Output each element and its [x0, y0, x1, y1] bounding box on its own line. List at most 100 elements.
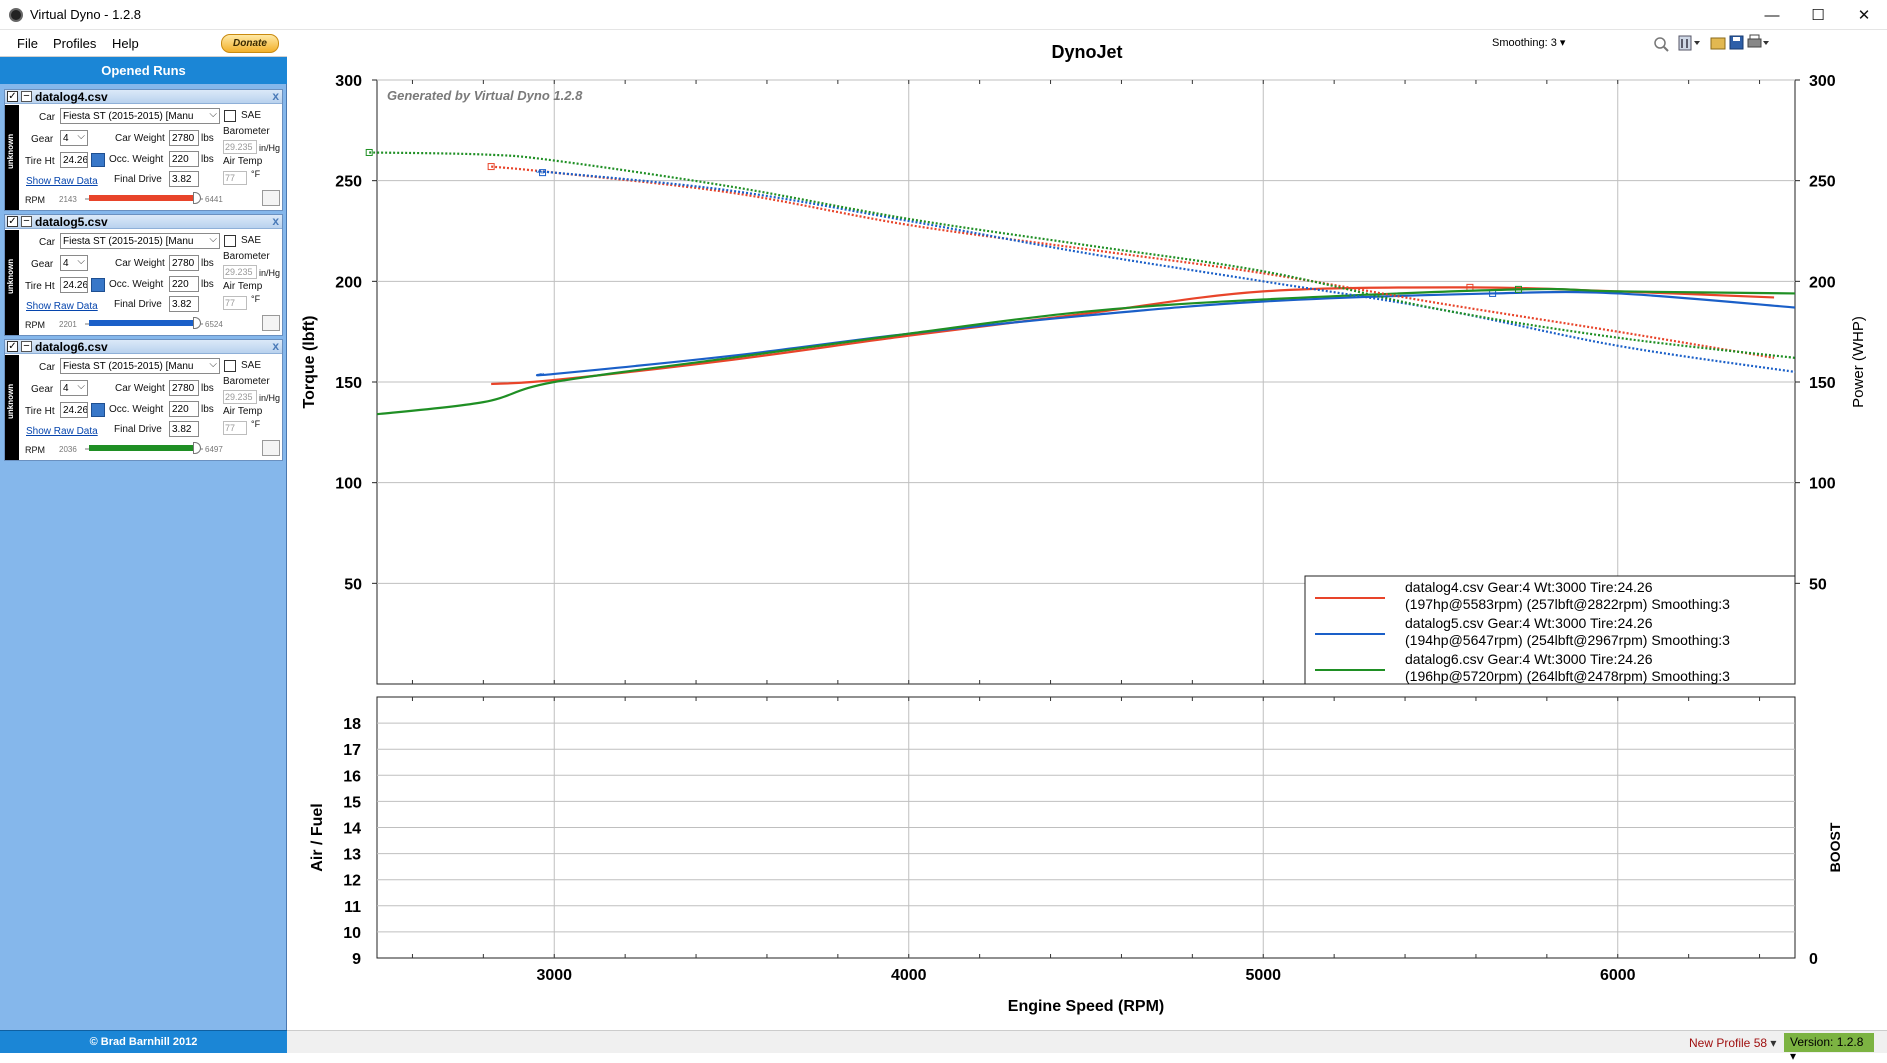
- rpm-slider-handle[interactable]: [193, 317, 201, 329]
- final-drive-input[interactable]: 3.82: [169, 296, 199, 312]
- barometer-input[interactable]: 29.235: [223, 390, 257, 404]
- chevron-down-icon: ⌵: [209, 109, 217, 120]
- graph-options-icon[interactable]: [262, 315, 280, 331]
- rpm-slider-handle[interactable]: [193, 192, 201, 204]
- x-tick-label: 4000: [891, 967, 927, 984]
- rpm-label: RPM: [25, 320, 45, 330]
- car-select[interactable]: Fiesta ST (2015-2015) [Manu ⌵: [60, 108, 220, 124]
- run-tag-strip: unknown: [5, 355, 19, 460]
- final-drive-input[interactable]: 3.82: [169, 421, 199, 437]
- close-button[interactable]: ✕: [1841, 0, 1887, 30]
- gear-select[interactable]: 4 ⌵: [60, 255, 88, 271]
- occ-weight-input[interactable]: 220: [169, 151, 199, 167]
- rpm-slider-handle[interactable]: [193, 442, 201, 454]
- chevron-down-icon: ▾: [1770, 1036, 1777, 1050]
- show-raw-data-link[interactable]: Show Raw Data: [26, 426, 98, 437]
- menu-profiles[interactable]: Profiles: [53, 36, 96, 51]
- occ-weight-input[interactable]: 220: [169, 276, 199, 292]
- profile-status[interactable]: New Profile 58 ▾: [1689, 1036, 1776, 1050]
- graph-options-icon[interactable]: [262, 440, 280, 456]
- air-temp-input[interactable]: 77: [223, 171, 247, 185]
- close-run-icon[interactable]: x: [272, 339, 279, 353]
- air-temp-unit: °F: [251, 419, 261, 429]
- rpm-range-bar[interactable]: [89, 320, 193, 326]
- rpm-min-value: 2036: [59, 445, 77, 454]
- air-temp-input[interactable]: 77: [223, 421, 247, 435]
- donate-button[interactable]: Donate: [221, 34, 279, 53]
- barometer-input[interactable]: 29.235: [223, 265, 257, 279]
- boost-axis-title: BOOST: [1827, 822, 1843, 872]
- dyno-chart-svg: DynoJet Generated by Virtual Dyno 1.2.8 50…: [301, 42, 1867, 1015]
- sae-checkbox[interactable]: [224, 360, 236, 372]
- gear-select[interactable]: 4 ⌵: [60, 380, 88, 396]
- tire-height-input[interactable]: 24.26: [60, 277, 88, 293]
- barometer-label: Barometer: [223, 251, 270, 262]
- tire-height-input[interactable]: 24.26: [60, 152, 88, 168]
- car-weight-unit: lbs: [201, 258, 214, 269]
- legend-entry-line2: (194hp@5647rpm) (254lbft@2967rpm) Smooth…: [1405, 632, 1730, 648]
- car-select-value: Fiesta ST (2015-2015) [Manu: [63, 361, 194, 372]
- barometer-input[interactable]: 29.235: [223, 140, 257, 154]
- run-tag-strip: unknown: [5, 105, 19, 210]
- rpm-max-value: 6441: [205, 195, 223, 204]
- run-tag-strip: unknown: [5, 230, 19, 335]
- rpm-range-bar[interactable]: [89, 195, 193, 201]
- close-run-icon[interactable]: x: [272, 214, 279, 228]
- show-raw-data-link[interactable]: Show Raw Data: [26, 176, 98, 187]
- air-temp-unit: °F: [251, 169, 261, 179]
- gear-select[interactable]: 4 ⌵: [60, 130, 88, 146]
- y2-tick-label: 50: [1809, 576, 1827, 593]
- barometer-label: Barometer: [223, 126, 270, 137]
- run-panel: ✓ − datalog6.csv x unknown Car Fiesta ST…: [4, 339, 283, 461]
- run-visible-checkbox[interactable]: ✓: [7, 216, 18, 227]
- gear-select-value: 4: [63, 258, 69, 269]
- afr-tick-label: 10: [343, 925, 361, 942]
- close-run-icon[interactable]: x: [272, 89, 279, 103]
- maximize-button[interactable]: ☐: [1795, 0, 1841, 30]
- window-titlebar: Virtual Dyno - 1.2.8 — ☐ ✕: [0, 0, 1887, 30]
- car-weight-unit: lbs: [201, 383, 214, 394]
- car-weight-input[interactable]: 2780: [169, 380, 199, 396]
- collapse-icon[interactable]: −: [21, 216, 32, 227]
- collapse-icon[interactable]: −: [21, 341, 32, 352]
- y2-tick-label: 250: [1809, 174, 1836, 191]
- chevron-down-icon: ⌵: [209, 234, 217, 245]
- calculator-icon[interactable]: [91, 403, 105, 417]
- chevron-down-icon: ⌵: [77, 381, 85, 392]
- y-tick-label: 250: [335, 174, 362, 191]
- calculator-icon[interactable]: [91, 278, 105, 292]
- y2-tick-label: 100: [1809, 476, 1836, 493]
- afr-tick-label: 13: [343, 847, 361, 864]
- afr-axis-title: Air / Fuel: [309, 803, 326, 871]
- tire-height-input[interactable]: 24.26: [60, 402, 88, 418]
- rpm-label: RPM: [25, 195, 45, 205]
- air-temp-input[interactable]: 77: [223, 296, 247, 310]
- occ-weight-unit: lbs: [201, 404, 214, 415]
- x-tick-label: 3000: [536, 967, 572, 984]
- final-drive-input[interactable]: 3.82: [169, 171, 199, 187]
- tire-height-label: Tire Ht: [25, 281, 55, 292]
- calculator-icon[interactable]: [91, 153, 105, 167]
- barometer-label: Barometer: [223, 376, 270, 387]
- car-weight-input[interactable]: 2780: [169, 130, 199, 146]
- version-label: Version: 1.2.8: [1790, 1035, 1864, 1049]
- rpm-range-bar[interactable]: [89, 445, 193, 451]
- run-header: ✓ − datalog4.csv x: [5, 89, 282, 104]
- car-select[interactable]: Fiesta ST (2015-2015) [Manu ⌵: [60, 358, 220, 374]
- show-raw-data-link[interactable]: Show Raw Data: [26, 301, 98, 312]
- run-visible-checkbox[interactable]: ✓: [7, 91, 18, 102]
- sae-checkbox[interactable]: [224, 110, 236, 122]
- run-visible-checkbox[interactable]: ✓: [7, 341, 18, 352]
- car-weight-input[interactable]: 2780: [169, 255, 199, 271]
- collapse-icon[interactable]: −: [21, 91, 32, 102]
- sae-checkbox[interactable]: [224, 235, 236, 247]
- car-select[interactable]: Fiesta ST (2015-2015) [Manu ⌵: [60, 233, 220, 249]
- occ-weight-input[interactable]: 220: [169, 401, 199, 417]
- car-label: Car: [39, 112, 56, 123]
- tire-height-label: Tire Ht: [25, 406, 55, 417]
- graph-options-icon[interactable]: [262, 190, 280, 206]
- minimize-button[interactable]: —: [1749, 0, 1795, 30]
- menu-help[interactable]: Help: [112, 36, 139, 51]
- menu-file[interactable]: File: [17, 36, 38, 51]
- version-status[interactable]: Version: 1.2.8 ▾: [1784, 1033, 1874, 1063]
